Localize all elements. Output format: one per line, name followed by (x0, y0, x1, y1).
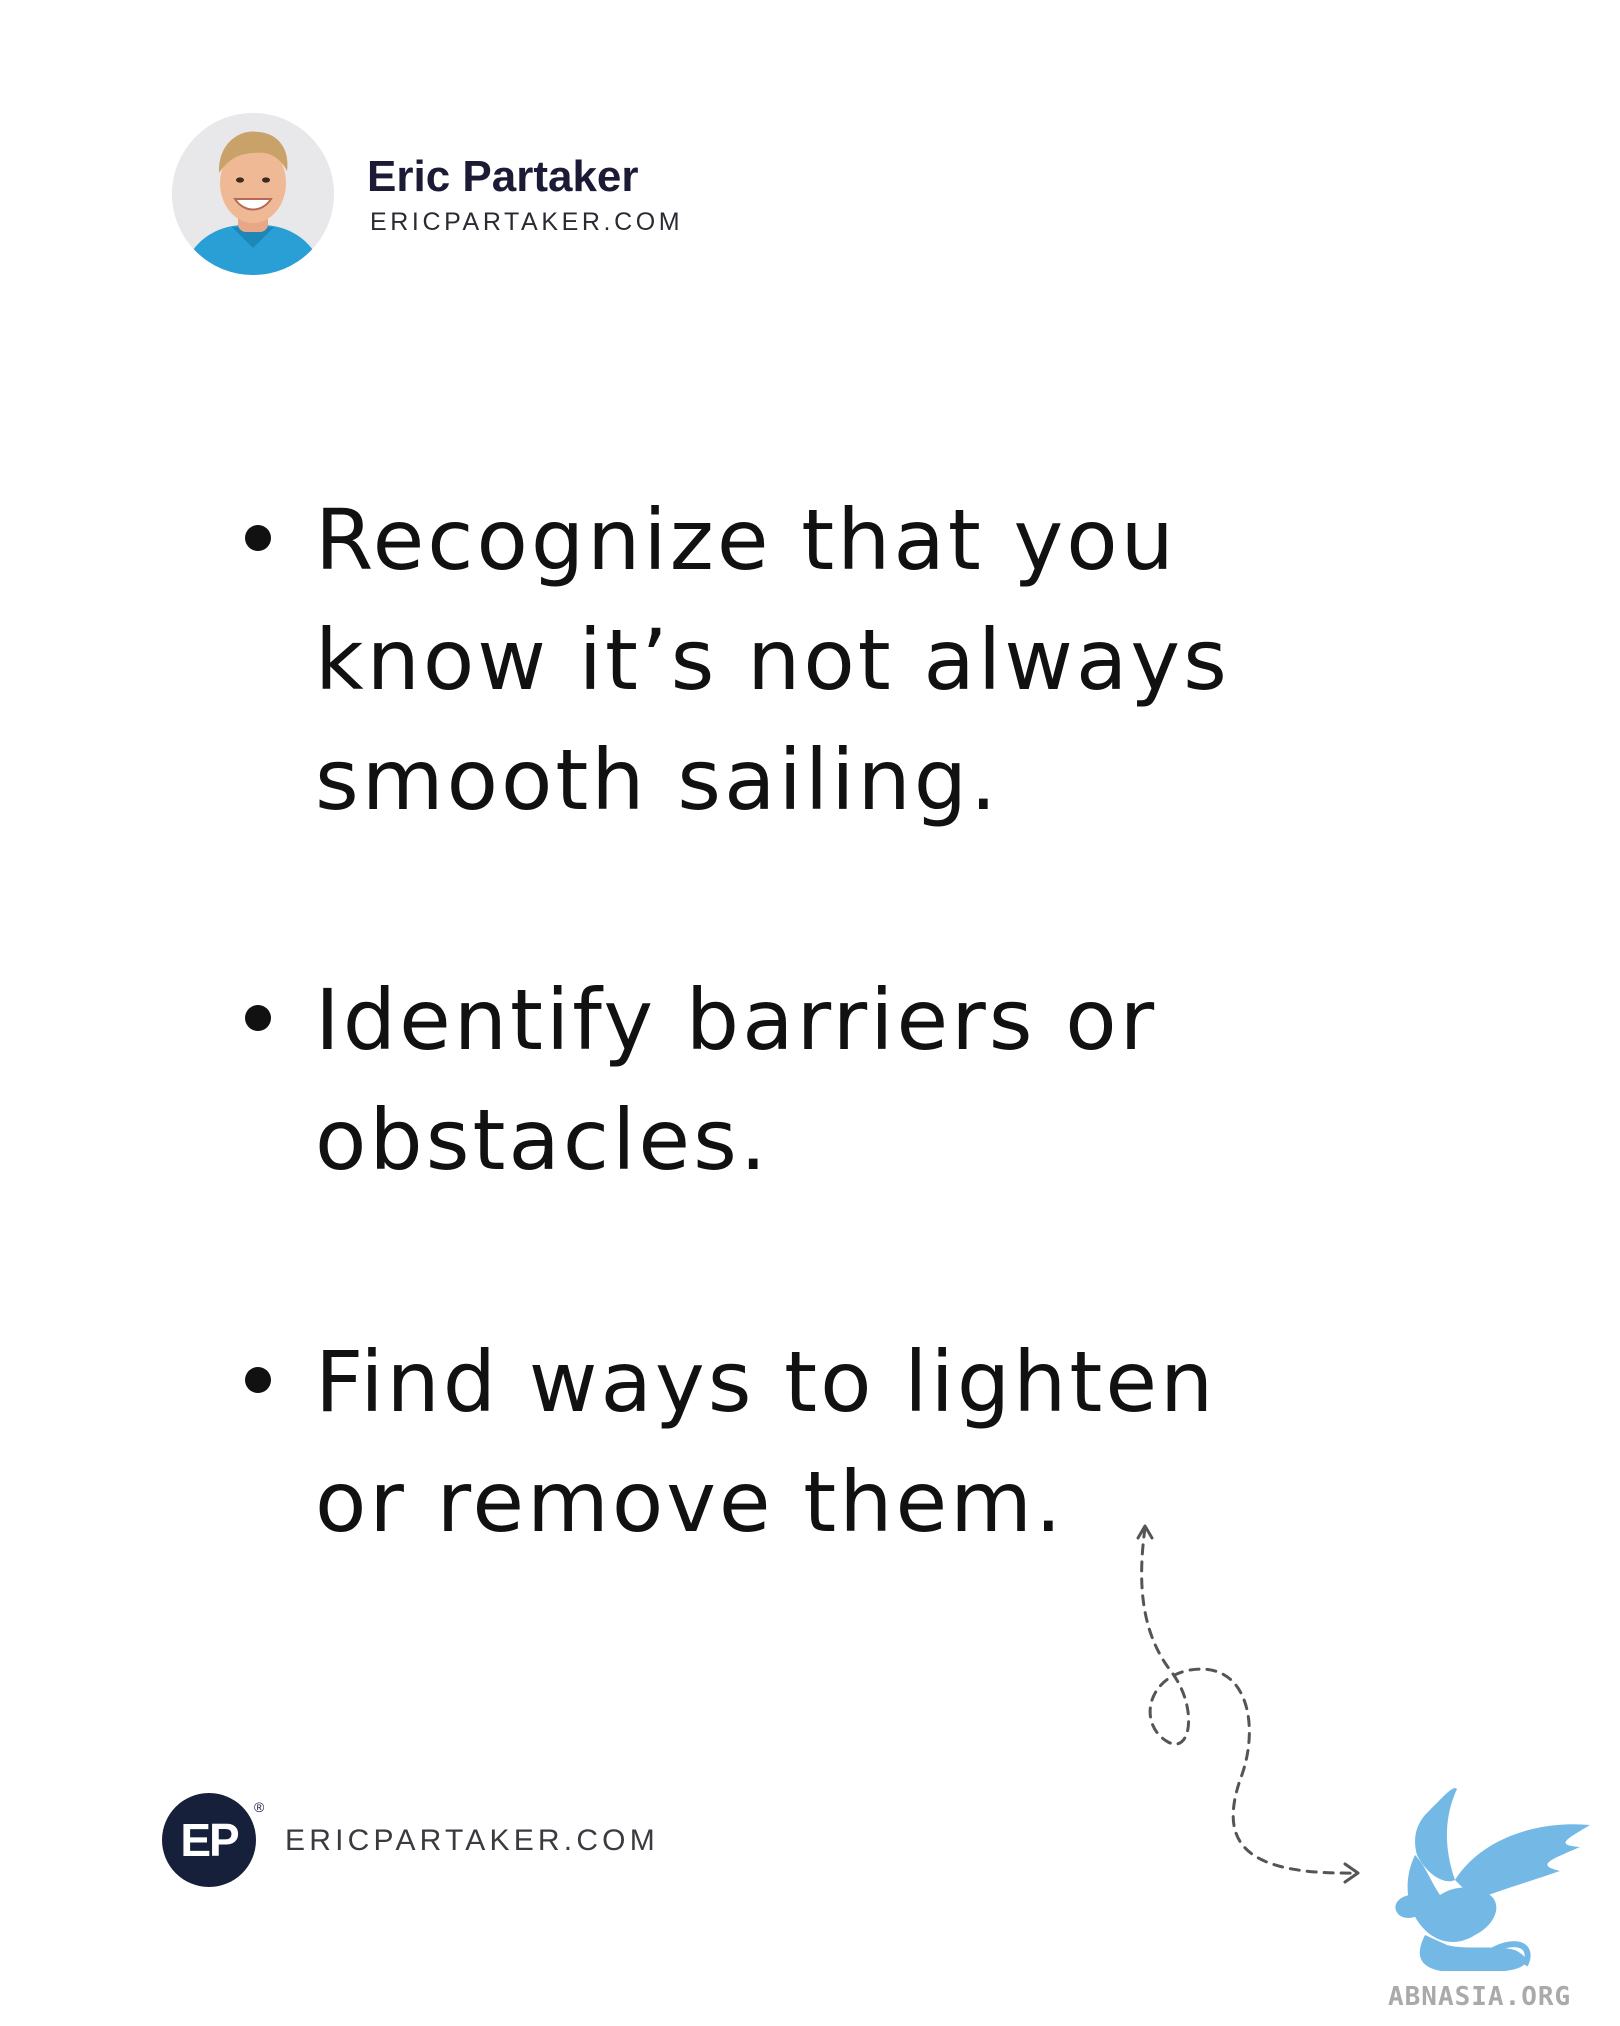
griffin-logo-icon (1395, 1788, 1590, 1971)
author-name: Eric Partaker (367, 152, 639, 201)
bullet-text: Identify barriers or obstacles. (315, 971, 1158, 1189)
author-website[interactable]: ERICPARTAKER.COM (370, 207, 683, 237)
footer-website[interactable]: ERICPARTAKER.COM (285, 1824, 659, 1858)
author-portrait-icon (172, 113, 334, 275)
author-header: Eric Partaker ERICPARTAKER.COM (172, 113, 1072, 283)
dotted-arrow-icon (1136, 1524, 1360, 1884)
bullet-dot-icon (245, 1367, 271, 1393)
bullet-text: Recognize that you know it’s not always … (315, 491, 1230, 829)
registered-mark: ® (254, 1799, 265, 1815)
footer-brand[interactable]: EP ® ERICPARTAKER.COM (162, 1793, 722, 1888)
watermark-text: ABNASIA.ORG (1388, 1982, 1572, 2012)
bullet-dot-icon (245, 1005, 271, 1031)
bullet-dot-icon (245, 525, 271, 551)
author-avatar (172, 113, 334, 275)
ep-logo: EP (162, 1793, 256, 1887)
